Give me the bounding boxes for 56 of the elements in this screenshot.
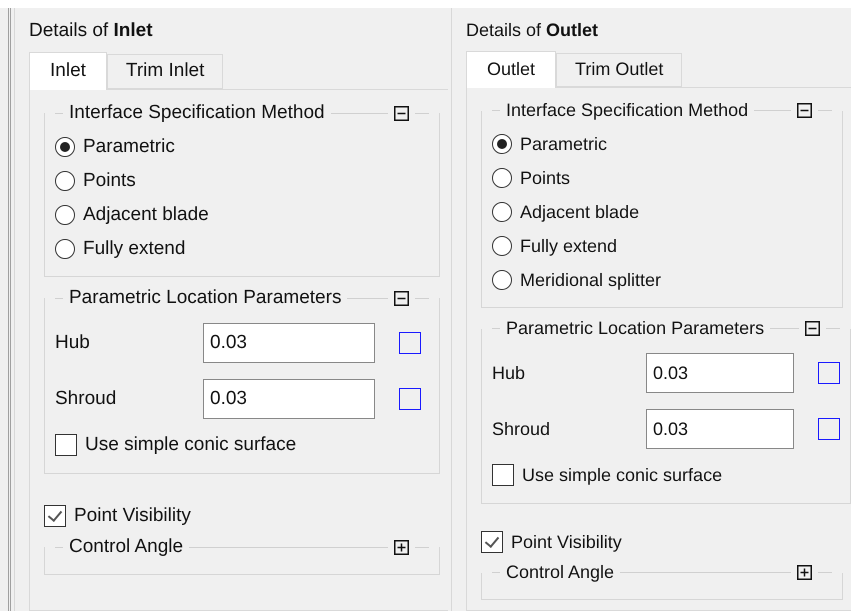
input-field[interactable]: 0.03 (646, 353, 794, 393)
radio-button[interactable] (492, 168, 512, 188)
radio-button[interactable] (492, 270, 512, 290)
option-label: Adjacent blade (83, 203, 209, 227)
collapse-icon[interactable] (797, 103, 812, 118)
checkbox[interactable] (818, 362, 840, 384)
input-field[interactable]: 0.03 (646, 409, 794, 449)
checkbox[interactable] (492, 464, 514, 486)
panel-title: Details of Inlet (29, 20, 154, 42)
radio-button[interactable] (492, 134, 512, 154)
checkbox-label: Use simple conic surface (85, 434, 296, 456)
panel-title: Details of Outlet (466, 20, 600, 41)
radio-button[interactable] (55, 239, 75, 259)
expand-icon[interactable] (394, 540, 409, 554)
group-title: Parametric Location Parameters (506, 318, 764, 339)
option-label: Meridional splitter (520, 269, 662, 292)
option-label: Points (520, 167, 570, 190)
group-title: Interface Specification Method (69, 102, 325, 124)
radio-button[interactable] (492, 236, 512, 256)
checkbox[interactable] (399, 332, 421, 354)
tab[interactable]: Outlet (466, 51, 556, 88)
group-title: Interface Specification Method (506, 100, 748, 121)
radio-button[interactable] (55, 171, 75, 191)
input-field[interactable]: 0.03 (203, 379, 375, 419)
expand-icon[interactable] (797, 565, 812, 580)
checkbox[interactable] (818, 418, 840, 440)
option-label: Fully extend (83, 237, 186, 261)
checkbox-label: Point Visibility (511, 532, 622, 552)
collapse-icon[interactable] (394, 290, 409, 306)
input-field[interactable]: 0.03 (203, 323, 375, 363)
radio-button[interactable] (492, 202, 512, 222)
checkbox-label: Point Visibility (74, 505, 191, 527)
radio-button[interactable] (55, 137, 75, 157)
field-label: Hub (492, 362, 526, 384)
checkbox[interactable] (55, 434, 77, 456)
option-label: Adjacent blade (520, 201, 640, 224)
tab[interactable]: Trim Outlet (556, 53, 682, 87)
checkbox[interactable] (481, 531, 503, 553)
option-label: Parametric (83, 135, 175, 159)
field-label: Hub (55, 332, 91, 354)
collapse-icon[interactable] (805, 321, 820, 336)
option-label: Points (83, 169, 136, 193)
group-title: Control Angle (69, 536, 184, 558)
radio-button[interactable] (55, 205, 75, 225)
field-label: Shroud (55, 388, 118, 410)
collapse-icon[interactable] (394, 106, 409, 120)
option-label: Fully extend (520, 235, 618, 258)
checkbox-label: Use simple conic surface (522, 464, 722, 486)
option-label: Parametric (520, 133, 608, 156)
checkbox[interactable] (44, 505, 66, 527)
group-title: Parametric Location Parameters (69, 287, 342, 309)
field-label: Shroud (492, 418, 552, 440)
checkbox[interactable] (399, 388, 421, 410)
tab[interactable]: Trim Inlet (106, 54, 224, 89)
tab[interactable]: Inlet (29, 52, 107, 90)
group-title: Control Angle (506, 562, 614, 583)
